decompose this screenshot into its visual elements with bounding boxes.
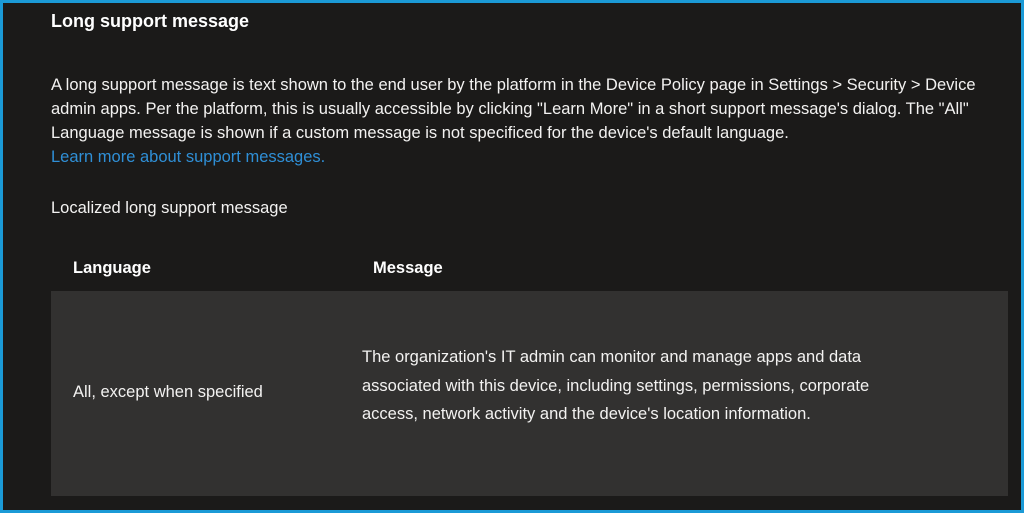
section-label: Localized long support message xyxy=(51,199,288,217)
table-header: Language Message xyxy=(51,249,1008,291)
row-language-cell: All, except when specified xyxy=(73,383,263,401)
column-header-message[interactable]: Message xyxy=(373,259,443,278)
localized-messages-table: Language Message All, except when specif… xyxy=(51,249,1008,496)
panel-frame: Long support message A long support mess… xyxy=(3,3,1021,510)
column-header-language[interactable]: Language xyxy=(73,259,151,278)
panel-title: Long support message xyxy=(51,11,250,31)
description-text: A long support message is text shown to … xyxy=(51,76,976,142)
panel-description: A long support message is text shown to … xyxy=(51,73,991,169)
learn-more-link[interactable]: Learn more about support messages. xyxy=(51,148,325,166)
row-message-cell: The organization's IT admin can monitor … xyxy=(362,348,870,423)
table-row[interactable]: All, except when specified The organizat… xyxy=(51,291,1008,496)
